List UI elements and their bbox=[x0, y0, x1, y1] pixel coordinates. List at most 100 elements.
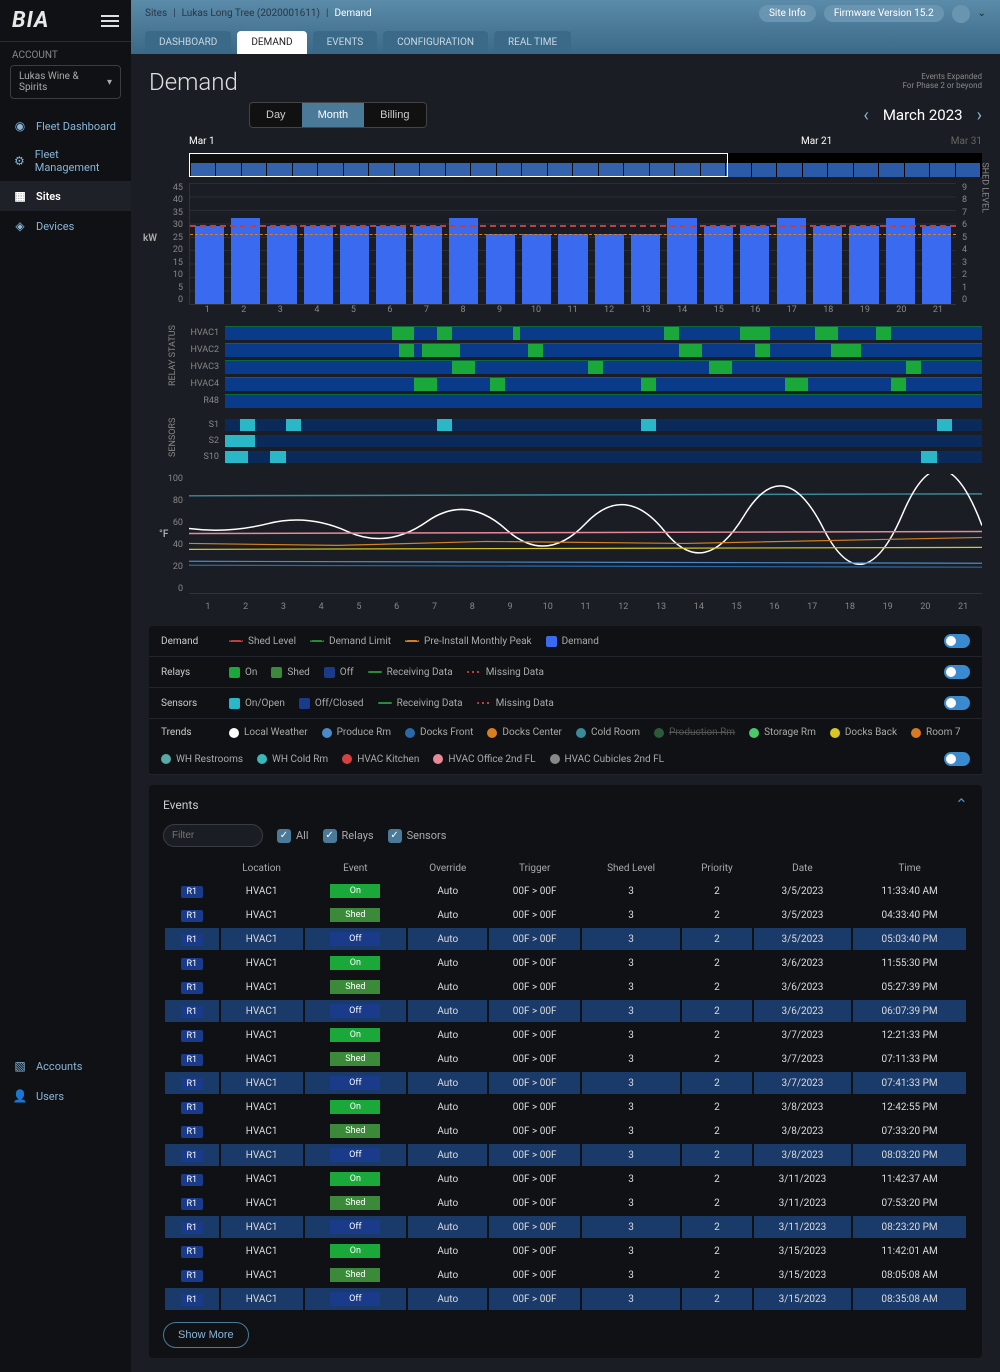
chk-relays[interactable]: ✓Relays bbox=[323, 829, 374, 843]
relay-track[interactable] bbox=[225, 343, 982, 357]
nav-item[interactable]: ◈Devices bbox=[0, 211, 131, 241]
sensor-track[interactable] bbox=[225, 419, 982, 431]
hamburger-icon[interactable] bbox=[101, 15, 119, 27]
bar[interactable] bbox=[304, 226, 333, 304]
period-billing[interactable]: Billing bbox=[364, 103, 425, 127]
show-more-button[interactable]: Show More bbox=[163, 1322, 249, 1348]
bar[interactable] bbox=[777, 218, 806, 304]
legend-item[interactable]: HVAC Cubicles 2nd FL bbox=[550, 754, 664, 765]
table-row[interactable]: R1HVAC1ShedAuto00F > 00F323/6/202305:27:… bbox=[165, 976, 966, 998]
legend-item[interactable]: HVAC Office 2nd FL bbox=[433, 754, 535, 765]
minimap-selection[interactable] bbox=[189, 153, 728, 177]
site-info-button[interactable]: Site Info bbox=[759, 5, 816, 22]
user-chevron-icon[interactable]: ⌄ bbox=[978, 8, 986, 19]
table-row[interactable]: R1HVAC1ShedAuto00F > 00F323/5/202304:33:… bbox=[165, 904, 966, 926]
sensor-track[interactable] bbox=[225, 451, 982, 463]
legend-item[interactable]: Demand bbox=[546, 636, 599, 647]
tab-configuration[interactable]: CONFIGURATION bbox=[383, 31, 488, 54]
legend-toggle[interactable] bbox=[944, 665, 970, 679]
legend-item[interactable]: Docks Back bbox=[830, 727, 897, 738]
bar[interactable] bbox=[486, 234, 515, 304]
legend-item[interactable]: On bbox=[229, 667, 257, 678]
legend-item[interactable]: Demand Limit bbox=[310, 636, 391, 647]
temp-chart[interactable] bbox=[189, 474, 982, 594]
legend-item[interactable]: Missing Data bbox=[477, 698, 554, 709]
bar[interactable] bbox=[631, 234, 660, 304]
legend-item[interactable]: Production Rm bbox=[654, 727, 735, 738]
bar[interactable] bbox=[340, 226, 369, 304]
table-row[interactable]: R1HVAC1OnAuto00F > 00F323/8/202312:42:55… bbox=[165, 1096, 966, 1118]
nav-item[interactable]: ◉Fleet Dashboard bbox=[0, 111, 131, 141]
legend-item[interactable]: Receiving Data bbox=[368, 667, 453, 678]
relay-track[interactable] bbox=[225, 394, 982, 408]
table-row[interactable]: R1HVAC1OffAuto00F > 00F323/11/202308:23:… bbox=[165, 1216, 966, 1238]
tab-demand[interactable]: DEMAND bbox=[237, 31, 306, 54]
bar[interactable] bbox=[886, 218, 915, 304]
bar[interactable] bbox=[740, 226, 769, 304]
table-row[interactable]: R1HVAC1OffAuto00F > 00F323/6/202306:07:3… bbox=[165, 1000, 966, 1022]
legend-item[interactable]: Off/Closed bbox=[299, 698, 364, 709]
breadcrumb-sites[interactable]: Sites bbox=[145, 8, 167, 19]
legend-item[interactable]: Receiving Data bbox=[378, 698, 463, 709]
bar[interactable] bbox=[267, 226, 296, 304]
chk-all[interactable]: ✓All bbox=[277, 829, 309, 843]
legend-item[interactable]: Room 7 bbox=[911, 727, 960, 738]
table-row[interactable]: R1HVAC1OffAuto00F > 00F323/15/202308:35:… bbox=[165, 1288, 966, 1310]
kw-chart-area[interactable] bbox=[189, 183, 956, 305]
legend-item[interactable]: On/Open bbox=[229, 698, 285, 709]
table-row[interactable]: R1HVAC1OnAuto00F > 00F323/6/202311:55:30… bbox=[165, 952, 966, 974]
legend-item[interactable]: Cold Room bbox=[576, 727, 640, 738]
table-row[interactable]: R1HVAC1OffAuto00F > 00F323/5/202305:03:4… bbox=[165, 928, 966, 950]
legend-item[interactable]: Pre-Install Monthly Peak bbox=[405, 636, 532, 647]
relay-track[interactable] bbox=[225, 326, 982, 340]
bar[interactable] bbox=[413, 226, 442, 304]
chk-sensors[interactable]: ✓Sensors bbox=[388, 829, 447, 843]
sensor-track[interactable] bbox=[225, 435, 982, 447]
legend-toggle[interactable] bbox=[944, 696, 970, 710]
bar[interactable] bbox=[558, 234, 587, 304]
next-month-icon[interactable]: › bbox=[977, 105, 982, 126]
tab-events[interactable]: EVENTS bbox=[313, 31, 378, 54]
bar[interactable] bbox=[922, 226, 951, 304]
table-row[interactable]: R1HVAC1OnAuto00F > 00F323/7/202312:21:33… bbox=[165, 1024, 966, 1046]
legend-item[interactable]: Storage Rm bbox=[749, 727, 816, 738]
nav-item[interactable]: 👤Users bbox=[0, 1081, 131, 1111]
legend-item[interactable]: Local Weather bbox=[229, 727, 308, 738]
account-select[interactable]: Lukas Wine & Spirits ▾ bbox=[10, 65, 121, 99]
bar[interactable] bbox=[231, 218, 260, 304]
tab-real time[interactable]: REAL TIME bbox=[494, 31, 571, 54]
legend-item[interactable]: WH Cold Rm bbox=[257, 754, 328, 765]
bar[interactable] bbox=[849, 226, 878, 304]
table-row[interactable]: R1HVAC1ShedAuto00F > 00F323/8/202307:33:… bbox=[165, 1120, 966, 1142]
bar[interactable] bbox=[522, 234, 551, 304]
events-filter-input[interactable] bbox=[163, 824, 263, 847]
legend-toggle[interactable] bbox=[944, 752, 970, 766]
nav-item[interactable]: ▦Sites bbox=[0, 181, 131, 211]
minimap[interactable] bbox=[189, 153, 982, 177]
legend-item[interactable]: Shed Level bbox=[229, 636, 296, 647]
nav-item[interactable]: ⚙Fleet Management bbox=[0, 141, 131, 181]
legend-item[interactable]: Off bbox=[324, 667, 354, 678]
table-row[interactable]: R1HVAC1ShedAuto00F > 00F323/11/202307:53… bbox=[165, 1192, 966, 1214]
bar[interactable] bbox=[376, 226, 405, 304]
bar[interactable] bbox=[667, 218, 696, 304]
relay-track[interactable] bbox=[225, 360, 982, 374]
period-month[interactable]: Month bbox=[302, 103, 365, 127]
table-row[interactable]: R1HVAC1OffAuto00F > 00F323/8/202308:03:2… bbox=[165, 1144, 966, 1166]
relay-track[interactable] bbox=[225, 377, 982, 391]
legend-item[interactable]: Missing Data bbox=[467, 667, 544, 678]
tab-dashboard[interactable]: DASHBOARD bbox=[145, 31, 231, 54]
legend-item[interactable]: WH Restrooms bbox=[161, 754, 243, 765]
legend-item[interactable]: Docks Front bbox=[405, 727, 473, 738]
bar[interactable] bbox=[595, 234, 624, 304]
table-row[interactable]: R1HVAC1OnAuto00F > 00F323/5/202311:33:40… bbox=[165, 880, 966, 902]
table-row[interactable]: R1HVAC1OffAuto00F > 00F323/7/202307:41:3… bbox=[165, 1072, 966, 1094]
table-row[interactable]: R1HVAC1ShedAuto00F > 00F323/7/202307:11:… bbox=[165, 1048, 966, 1070]
nav-item[interactable]: ▧Accounts bbox=[0, 1051, 131, 1081]
prev-month-icon[interactable]: ‹ bbox=[863, 105, 868, 126]
collapse-icon[interactable]: ⌃ bbox=[955, 795, 968, 814]
legend-item[interactable]: Produce Rm bbox=[322, 727, 391, 738]
legend-item[interactable]: HVAC Kitchen bbox=[342, 754, 419, 765]
legend-item[interactable]: Shed bbox=[271, 667, 309, 678]
firmware-button[interactable]: Firmware Version 15.2 bbox=[824, 5, 944, 22]
